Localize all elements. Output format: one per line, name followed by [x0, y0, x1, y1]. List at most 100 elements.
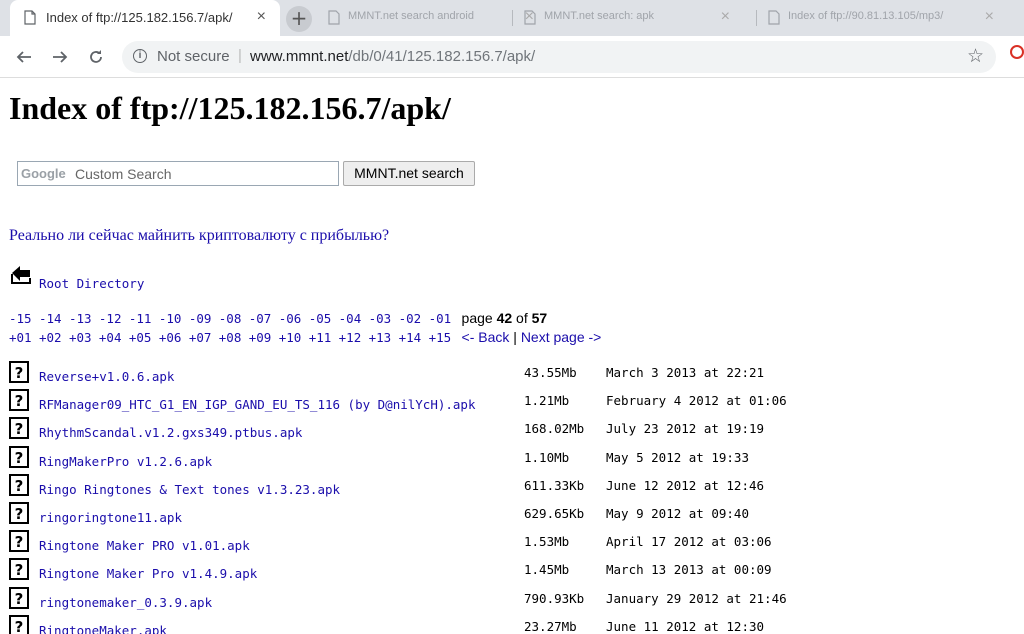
- file-link[interactable]: ringtonemaker_0.3.9.apk: [39, 595, 212, 610]
- svg-text:?: ?: [15, 533, 24, 551]
- page-link[interactable]: +06: [159, 330, 182, 345]
- file-link[interactable]: Ringo Ringtones & Text tones v1.3.23.apk: [39, 482, 340, 497]
- page-link[interactable]: +05: [129, 330, 152, 345]
- page-link[interactable]: -03: [369, 311, 392, 326]
- file-size: 790.93Kb: [524, 590, 585, 606]
- reload-icon[interactable]: [84, 45, 108, 69]
- page-link[interactable]: -06: [279, 311, 302, 326]
- info-icon[interactable]: i: [133, 49, 147, 63]
- close-icon[interactable]: ×: [721, 8, 730, 26]
- file-link[interactable]: RingMakerPro v1.2.6.apk: [39, 454, 212, 469]
- root-directory-link[interactable]: Root Directory: [39, 276, 144, 291]
- tab-title: Index of ftp://90.81.13.105/mp3/: [788, 10, 944, 22]
- pager-prev-row: -15 -14 -13 -12 -11 -10 -09 -08 -07 -06 -05 -04 -03-…: [9, 310, 547, 326]
- page-link[interactable]: -02: [399, 311, 422, 326]
- unknown-file-icon[interactable]: ?: [9, 502, 29, 524]
- page-link[interactable]: -10: [159, 311, 182, 326]
- svg-text:?: ?: [15, 590, 24, 608]
- page-link[interactable]: +01: [9, 330, 32, 345]
- page-word: page: [461, 310, 493, 326]
- page-link[interactable]: +10: [279, 330, 302, 345]
- page-indicator: page 42 of 57: [462, 310, 548, 326]
- page-link[interactable]: +09: [249, 330, 272, 345]
- file-row: ? RhythmScandal.v1.2.gxs349.ptbus.apk 168.…: [0, 417, 1024, 445]
- page-link[interactable]: -09: [189, 311, 212, 326]
- forward-arrow-icon[interactable]: [48, 45, 72, 69]
- page-link[interactable]: -15: [9, 311, 32, 326]
- security-label[interactable]: Not secure: [157, 48, 230, 65]
- page-link[interactable]: +14: [399, 330, 422, 345]
- search-input[interactable]: Google Custom Search: [17, 161, 339, 186]
- page-link[interactable]: +02: [39, 330, 62, 345]
- file-link[interactable]: RingtoneMaker.apk: [39, 623, 167, 634]
- file-size: 611.33Kb: [524, 477, 585, 493]
- page-link[interactable]: +13: [369, 330, 392, 345]
- url-path: /db/0/41/125.182.156.7/apk/: [348, 48, 536, 65]
- page-link[interactable]: +08: [219, 330, 242, 345]
- file-link[interactable]: RhythmScandal.v1.2.gxs349.ptbus.apk: [39, 425, 302, 440]
- file-link[interactable]: Ringtone Maker PRO v1.01.apk: [39, 538, 250, 553]
- file-row: ? RingtoneMaker.apk 23.27Mb June 11 2012 at…: [0, 614, 1024, 634]
- tab-active[interactable]: Index of ftp://125.182.156.7/apk/ ×: [10, 0, 280, 36]
- file-link[interactable]: Reverse+v1.0.6.apk: [39, 369, 174, 384]
- page-link[interactable]: +07: [189, 330, 212, 345]
- page-link[interactable]: -01: [429, 311, 452, 326]
- unknown-file-icon[interactable]: ?: [9, 361, 29, 383]
- file-size: 168.02Mb: [524, 421, 585, 437]
- search-button[interactable]: MMNT.net search: [343, 161, 475, 186]
- page-link[interactable]: +12: [339, 330, 362, 345]
- close-icon[interactable]: ×: [257, 8, 266, 26]
- back-arrow-icon[interactable]: [12, 45, 36, 69]
- profile-icon[interactable]: [1010, 45, 1024, 65]
- star-icon[interactable]: ☆: [967, 45, 984, 68]
- unknown-file-icon[interactable]: ?: [9, 417, 29, 440]
- page-link[interactable]: +15: [429, 330, 452, 345]
- back-link[interactable]: <- Back: [462, 329, 510, 345]
- page-link[interactable]: -07: [249, 311, 272, 326]
- new-tab-button[interactable]: +: [286, 6, 312, 32]
- url-text[interactable]: www.mmnt.net/db/0/41/125.182.156.7/apk/: [250, 48, 535, 65]
- file-link[interactable]: RFManager09_HTC_G1_EN_IGP_GAND_EU_TS_116…: [39, 397, 476, 412]
- page-link[interactable]: -14: [39, 311, 62, 326]
- page-link[interactable]: -13: [69, 311, 92, 326]
- svg-text:?: ?: [15, 618, 24, 634]
- page-link[interactable]: +11: [309, 330, 332, 345]
- pager-next-row: +01 +02 +03 +04 +05 +06 +07 +08 +09 +10 +11 +12 +13 +…: [9, 329, 601, 345]
- page-link[interactable]: -08: [219, 311, 242, 326]
- page-icon: [24, 10, 36, 25]
- page-link[interactable]: -04: [339, 311, 362, 326]
- tab-inactive[interactable]: MMNT.net search: apk ×: [514, 0, 744, 36]
- file-date: July 23 2012 at 19:19: [606, 421, 765, 437]
- unknown-file-icon[interactable]: ?: [9, 530, 29, 553]
- file-size: 1.45Mb: [524, 562, 570, 578]
- address-bar[interactable]: i Not secure | www.mmnt.net/db/0/41/125.…: [122, 41, 996, 73]
- tab-inactive[interactable]: Index of ftp://90.81.13.105/mp3/ ×: [758, 0, 1024, 36]
- unknown-file-icon[interactable]: ?: [9, 558, 29, 581]
- unknown-file-icon[interactable]: ?: [9, 389, 29, 412]
- current-page: 42: [496, 310, 513, 326]
- unknown-file-icon[interactable]: ?: [9, 445, 29, 468]
- file-size: 43.55Mb: [524, 365, 577, 380]
- svg-text:?: ?: [15, 364, 24, 382]
- unknown-file-icon[interactable]: ?: [9, 614, 29, 634]
- page-link[interactable]: +04: [99, 330, 122, 345]
- search-placeholder: Custom Search: [75, 166, 172, 182]
- file-size: 1.21Mb: [524, 393, 570, 409]
- tab-bar: Index of ftp://125.182.156.7/apk/ × + MM…: [0, 0, 1024, 36]
- unknown-file-icon[interactable]: ?: [9, 586, 29, 609]
- close-icon[interactable]: ×: [985, 8, 994, 26]
- page-link[interactable]: -11: [129, 311, 152, 326]
- tab-divider: [512, 10, 513, 26]
- page-link[interactable]: -12: [99, 311, 122, 326]
- tab-title: MMNT.net search android: [348, 10, 474, 22]
- page-link[interactable]: +03: [69, 330, 92, 345]
- back-folder-icon[interactable]: [9, 264, 33, 286]
- promo-link[interactable]: Реально ли сейчас майнить криптовалюту с…: [9, 227, 389, 245]
- file-link[interactable]: Ringtone Maker Pro v1.4.9.apk: [39, 566, 257, 581]
- next-page-link[interactable]: Next page ->: [521, 329, 602, 345]
- tab-divider: [756, 10, 757, 26]
- unknown-file-icon[interactable]: ?: [9, 473, 29, 496]
- file-row: ? Ringo Ringtones & Text tones v1.3.23.ap…: [0, 473, 1024, 502]
- file-link[interactable]: ringoringtone11.apk: [39, 510, 182, 525]
- page-link[interactable]: -05: [309, 311, 332, 326]
